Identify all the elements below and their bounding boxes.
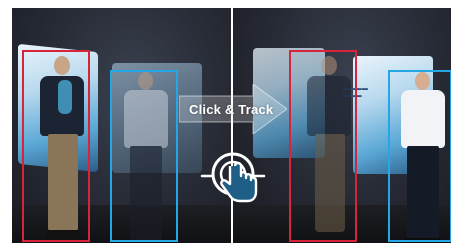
tap-hand-icon xyxy=(200,152,266,203)
tracking-box-red xyxy=(22,50,90,242)
click-and-track-label: Click & Track xyxy=(189,102,274,117)
tracking-box-blue xyxy=(388,70,451,242)
tracking-box-red xyxy=(289,50,357,242)
tracking-box-blue xyxy=(110,70,178,242)
